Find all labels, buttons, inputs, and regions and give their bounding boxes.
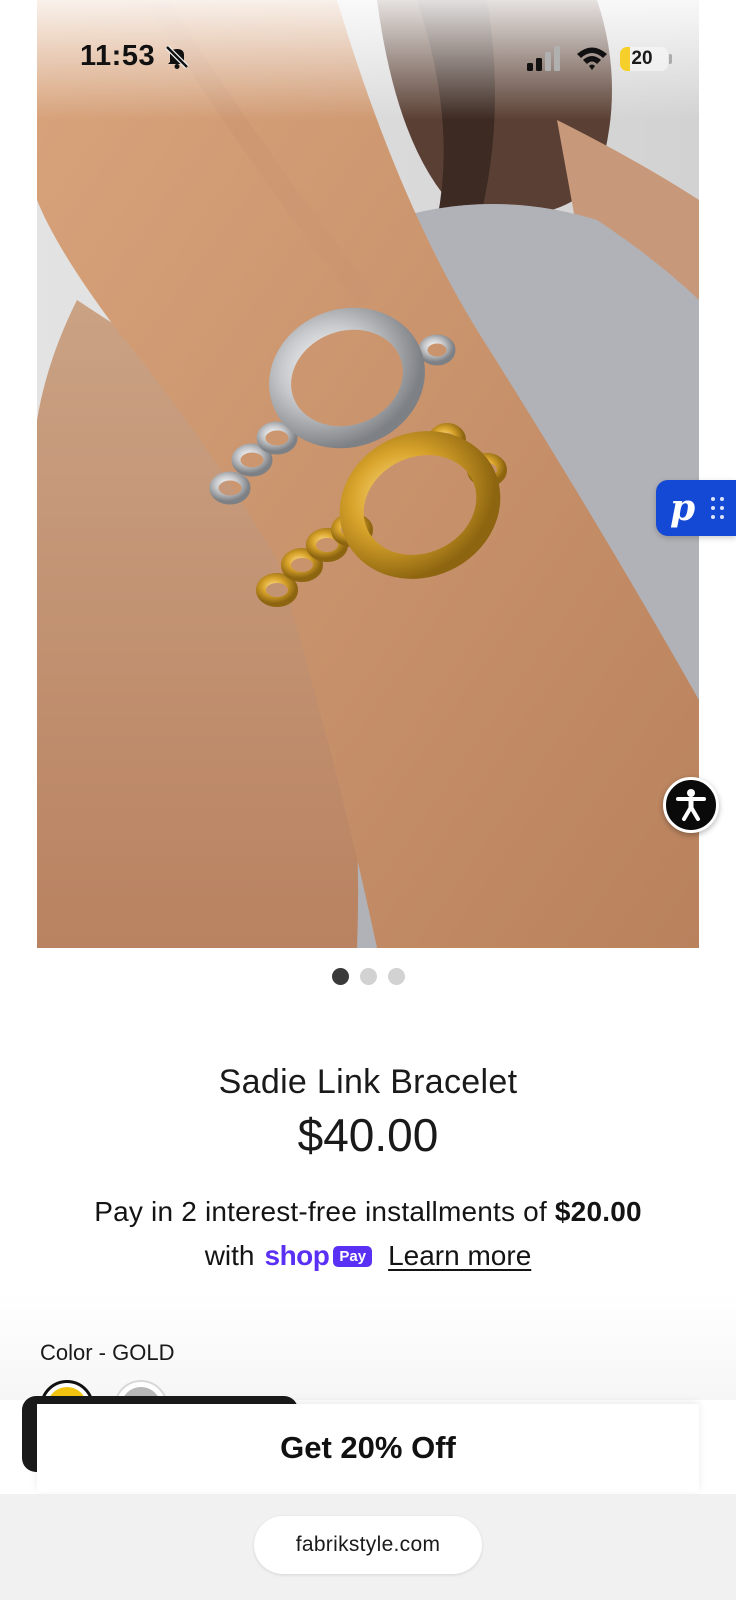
color-label: Color - GOLD — [40, 1340, 175, 1365]
carousel-dot-3[interactable] — [388, 968, 405, 985]
wifi-icon — [577, 47, 607, 70]
drag-handle-icon[interactable] — [711, 497, 725, 519]
battery-icon: 20 — [620, 47, 668, 71]
installments-line-1: Pay in 2 interest-free installments of $… — [0, 1196, 736, 1228]
shop-word: shop — [264, 1240, 330, 1271]
carousel-indicator — [332, 968, 405, 985]
product-title: Sadie Link Bracelet — [218, 1063, 518, 1101]
accessibility-button[interactable] — [663, 777, 719, 833]
accessibility-icon — [676, 789, 706, 821]
bracelet-photo — [37, 0, 699, 948]
installments-text: Pay in 2 interest-free installments of — [94, 1196, 555, 1227]
p-widget-button[interactable]: p — [656, 480, 736, 536]
status-time: 11:53 — [80, 40, 156, 72]
offer-label: Get 20% Off — [280, 1430, 456, 1465]
installments-line-2: with shop Pay Learn more — [0, 1240, 736, 1272]
signal-icon — [527, 46, 560, 71]
carousel-dot-1[interactable] — [332, 968, 349, 985]
product-price: $40.00 — [297, 1109, 439, 1161]
installments-with: with — [204, 1240, 255, 1271]
address-bar[interactable]: fabrikstyle.com — [254, 1516, 482, 1574]
p-logo-icon: p — [670, 487, 696, 529]
pay-badge: Pay — [333, 1245, 373, 1267]
installment-amount: $20.00 — [554, 1196, 642, 1227]
product-image[interactable] — [37, 0, 699, 948]
battery-tip — [669, 54, 672, 64]
battery-percentage: 20 — [631, 48, 653, 69]
shop-pay-logo: shop Pay — [265, 1240, 373, 1272]
url-text: fabrikstyle.com — [295, 1533, 441, 1556]
learn-more-link[interactable]: Learn more — [388, 1240, 531, 1272]
discount-offer-bar[interactable]: Get 20% Off — [37, 1404, 699, 1492]
bell-off-icon — [165, 45, 189, 69]
carousel-dot-2[interactable] — [360, 968, 377, 985]
